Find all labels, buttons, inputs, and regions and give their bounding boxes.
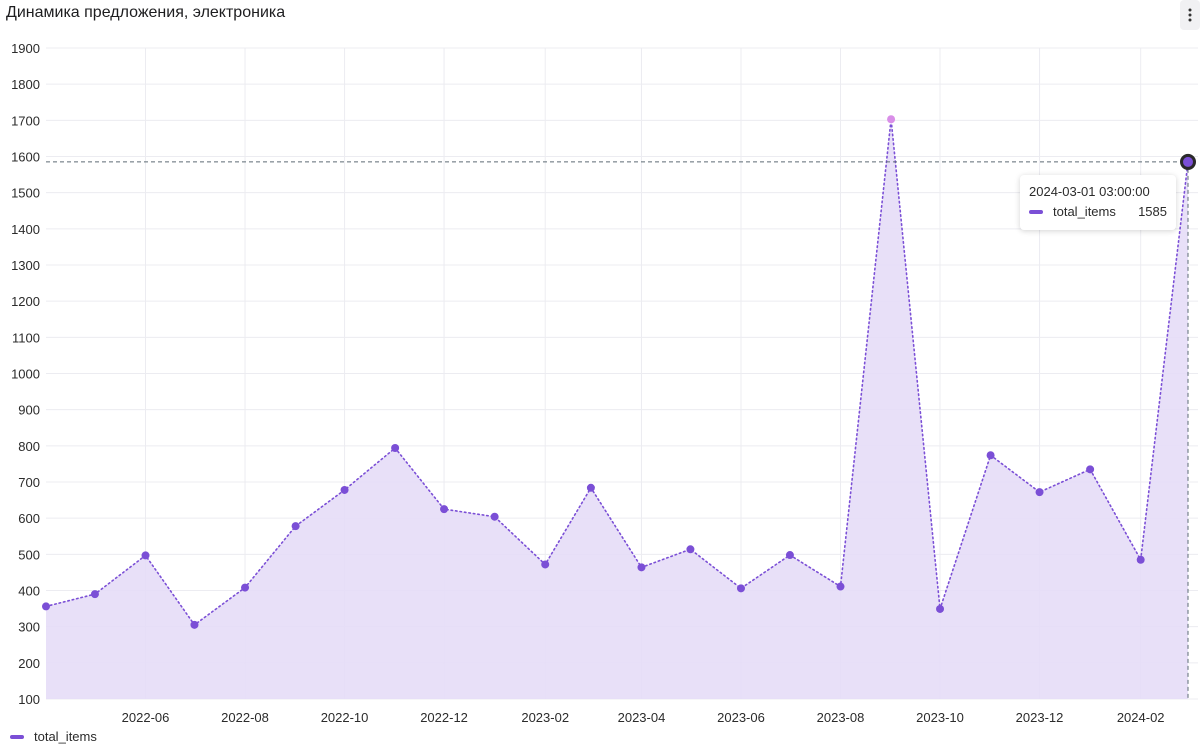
tooltip-series-swatch — [1029, 209, 1043, 214]
y-tick-label: 1900 — [11, 41, 40, 56]
y-tick-label: 1100 — [12, 330, 40, 345]
x-tick-label: 2023-10 — [916, 710, 964, 725]
tooltip-value: 1585 — [1138, 204, 1167, 219]
area-chart[interactable]: 100 200 300 400 500 600 700 800 900 1000 1100 1200 1… — [0, 0, 1200, 750]
data-point — [190, 620, 199, 629]
data-point — [586, 483, 595, 492]
data-point — [391, 444, 400, 453]
hover-tooltip: 2024-03-01 03:00:00 total_items 1585 — [1020, 175, 1176, 230]
x-tick-label: 2023-02 — [521, 710, 569, 725]
data-point — [887, 115, 896, 124]
y-tick-label: 800 — [18, 439, 40, 454]
data-point — [141, 551, 150, 560]
y-tick-label: 500 — [18, 547, 40, 562]
y-tick-label: 1700 — [11, 113, 40, 128]
y-tick-label: 600 — [18, 511, 40, 526]
data-point — [440, 505, 449, 514]
y-tick-label: 400 — [18, 584, 40, 599]
y-tick-label: 200 — [18, 656, 40, 671]
x-tick-label: 2023-12 — [1016, 710, 1064, 725]
legend-label: total_items — [34, 729, 97, 744]
x-tick-label: 2022-08 — [221, 710, 269, 725]
tooltip-time: 2024-03-01 03:00:00 — [1029, 184, 1150, 199]
legend-swatch — [10, 734, 24, 739]
x-tick-label: 2024-02 — [1117, 710, 1165, 725]
x-tick-label: 2022-10 — [321, 710, 369, 725]
y-tick-label: 1000 — [11, 367, 40, 382]
y-tick-label: 100 — [18, 692, 40, 707]
data-point — [736, 584, 745, 593]
data-point — [1086, 465, 1095, 474]
data-point — [490, 512, 499, 521]
y-tick-label: 1400 — [11, 222, 40, 237]
data-point — [340, 485, 349, 494]
x-tick-label: 2023-06 — [717, 710, 765, 725]
data-point — [291, 522, 300, 531]
data-point — [90, 590, 99, 599]
data-point — [936, 604, 945, 613]
y-tick-label: 1300 — [11, 258, 40, 273]
data-point — [836, 582, 845, 591]
data-point — [785, 551, 794, 560]
data-point — [1035, 488, 1044, 497]
x-tick-label: 2022-12 — [420, 710, 468, 725]
data-point — [541, 560, 550, 569]
data-point — [42, 602, 50, 611]
y-tick-label: 1200 — [11, 294, 40, 309]
x-tick-label: 2022-06 — [122, 710, 170, 725]
y-tick-label: 300 — [18, 620, 40, 635]
y-tick-label: 1500 — [11, 186, 40, 201]
series-area-fill — [46, 119, 1188, 699]
x-tick-label: 2023-04 — [618, 710, 666, 725]
tooltip-series-name: total_items — [1053, 204, 1116, 219]
y-tick-label: 900 — [18, 403, 40, 418]
series-area — [46, 119, 1188, 699]
data-point — [241, 583, 250, 592]
data-point — [986, 451, 995, 460]
x-tick-label: 2023-08 — [817, 710, 865, 725]
y-tick-label: 700 — [18, 475, 40, 490]
legend-item-total-items[interactable]: total_items — [10, 729, 97, 744]
data-point — [686, 545, 695, 554]
hovered-data-point — [1180, 153, 1196, 170]
y-tick-label: 1800 — [11, 77, 40, 92]
y-tick-label: 1600 — [11, 150, 40, 165]
data-point — [637, 563, 646, 572]
data-point — [1136, 555, 1145, 564]
tooltip-row: total_items 1585 — [1029, 204, 1167, 219]
chart-panel: Динамика предложения, электроника 100 200… — [0, 0, 1200, 750]
